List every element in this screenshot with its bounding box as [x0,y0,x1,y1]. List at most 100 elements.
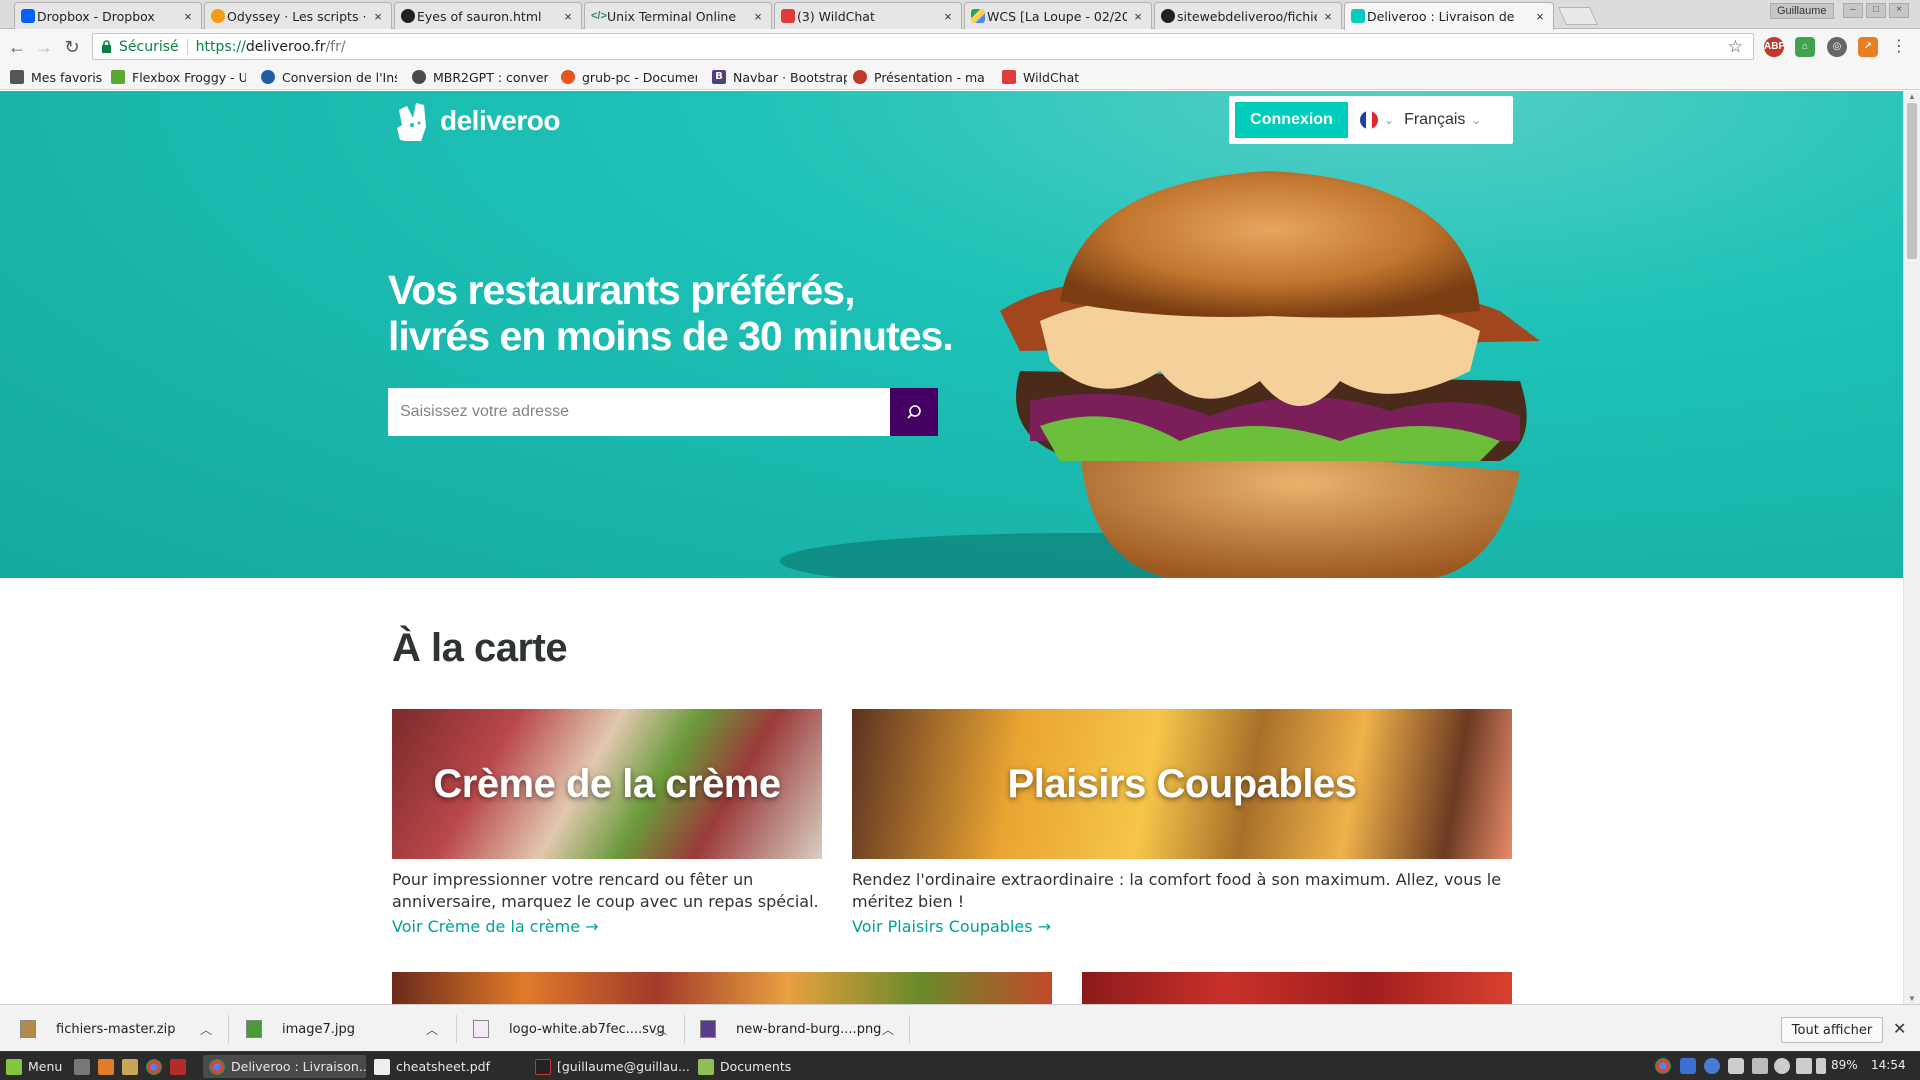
bookmark-label: MBR2GPT : conversi [433,69,548,85]
profile-button[interactable]: Guillaume [1770,3,1834,19]
login-button[interactable]: Connexion [1235,102,1348,138]
bookmark-grub-pc[interactable]: grub-pc - Document [561,68,697,86]
adblock-icon[interactable]: ABP [1764,37,1785,57]
scroll-up-icon[interactable]: ▲ [1907,92,1917,101]
close-icon[interactable]: × [1131,9,1145,24]
battery-icon[interactable] [1816,1058,1826,1074]
tab-wildchat[interactable]: (3) WildChat × [774,2,962,29]
scroll-thumb[interactable] [1907,103,1917,259]
files-icon[interactable] [122,1059,138,1075]
home-extension-icon[interactable]: ⌂ [1795,37,1815,57]
menu-icon[interactable]: ⋮ [1888,36,1910,58]
card-image[interactable] [392,972,1052,1004]
clock[interactable]: 14:54 [1871,1058,1906,1072]
scroll-down-icon[interactable]: ▼ [1907,994,1917,1003]
github-icon [401,9,415,23]
collection-card[interactable]: Crème de la crème Pour impressionner vot… [392,709,822,936]
chevron-up-icon[interactable]: ︿ [426,1021,438,1038]
close-icon[interactable]: × [1533,9,1547,24]
bookmark-navbar-bootstrap[interactable]: B Navbar · Bootstrap [712,68,847,86]
user-icon[interactable] [1774,1058,1790,1074]
tab-sitewebdeliveroo[interactable]: sitewebdeliveroo/fichie × [1154,2,1342,29]
close-icon[interactable]: × [371,9,385,24]
close-icon[interactable]: × [751,9,765,24]
taskbar-window[interactable]: Deliveroo : Livraison... [203,1055,366,1078]
chevron-down-icon[interactable]: ⌄ [1471,113,1481,127]
collection-card[interactable]: Plaisirs Coupables Rendez l'ordinaire ex… [852,709,1512,936]
forward-icon[interactable]: → [33,36,55,58]
extension-icon[interactable]: ◎ [1827,37,1847,57]
taskbar-window[interactable]: [guillaume@guillau... [533,1055,693,1078]
french-flag-icon[interactable] [1360,111,1378,129]
bluetooth-icon[interactable] [1704,1058,1720,1074]
tab-unix-terminal[interactable]: </> Unix Terminal Online × [584,2,772,29]
chevron-down-icon[interactable]: ⌄ [1384,113,1394,127]
close-icon[interactable]: × [181,9,195,24]
chrome-icon[interactable] [146,1059,162,1075]
tab-title: sitewebdeliveroo/fichie [1177,8,1317,24]
close-icon[interactable]: ✕ [1893,1019,1906,1039]
download-item[interactable]: new-brand-burg....png ︿ [700,1013,895,1045]
start-menu-button[interactable]: Menu [6,1055,62,1078]
page-scrollbar[interactable]: ▲ ▼ [1903,91,1920,1004]
bookmark-mbr2gpt[interactable]: MBR2GPT : conversi [412,68,548,86]
mint-logo-icon [6,1058,22,1075]
window-title: Documents [720,1059,792,1074]
new-tab-button[interactable] [1557,7,1599,25]
card-image[interactable]: Plaisirs Coupables [852,709,1512,859]
download-item[interactable]: fichiers-master.zip ︿ [20,1013,215,1045]
chevron-up-icon[interactable]: ︿ [655,1021,667,1038]
bookmark-flexbox-froggy[interactable]: Flexbox Froggy - Un [111,68,246,86]
tab-title: Unix Terminal Online [607,8,737,24]
address-bar[interactable]: Sécurisé https:// deliveroo.fr /fr/ ☆ [92,33,1754,60]
app-icon[interactable] [170,1059,186,1075]
bookmark-label: Flexbox Froggy - Un [132,69,246,85]
close-icon[interactable]: × [561,9,575,24]
close-icon[interactable]: × [1321,9,1335,24]
analytics-extension-icon[interactable]: ↗ [1858,37,1878,57]
download-filename: fichiers-master.zip [56,1021,176,1037]
window-title: cheatsheet.pdf [396,1059,491,1074]
close-icon[interactable]: × [941,9,955,24]
chevron-up-icon[interactable]: ︿ [200,1021,212,1038]
bookmark-conversion[interactable]: Conversion de l'Inst [261,68,397,86]
download-filename: logo-white.ab7fec....svg [509,1021,665,1037]
taskbar-window[interactable]: cheatsheet.pdf [370,1055,530,1078]
tab-deliveroo[interactable]: Deliveroo : Livraison de × [1344,2,1554,30]
wildchat-icon [1002,70,1016,84]
bookmark-star-icon[interactable]: ☆ [1728,37,1743,57]
language-select[interactable]: Français [1404,111,1465,129]
bookmark-mes-favoris[interactable]: Mes favoris [10,68,108,86]
minimize-icon[interactable]: – [1843,3,1863,18]
clipboard-icon[interactable] [1752,1058,1768,1074]
dropbox-tray-icon[interactable] [1728,1058,1744,1074]
card-image[interactable]: Crème de la crème [392,709,822,859]
show-all-button[interactable]: Tout afficher [1781,1017,1883,1043]
tab-odyssey[interactable]: Odyssey · Les scripts · I × [204,2,392,29]
download-item[interactable]: image7.jpg ︿ [246,1013,441,1045]
close-window-icon[interactable]: × [1889,3,1909,18]
taskbar-window[interactable]: Documents [696,1055,856,1078]
volume-icon[interactable] [1796,1058,1812,1074]
collection-card[interactable] [1082,972,1512,1004]
card-image[interactable] [1082,972,1512,1004]
show-desktop-icon[interactable] [74,1059,90,1075]
tab-wcs[interactable]: WCS [La Loupe - 02/20 × [964,2,1152,29]
collection-card[interactable] [392,972,1052,1004]
chevron-up-icon[interactable]: ︿ [882,1021,894,1038]
maximize-icon[interactable]: □ [1866,3,1886,18]
tab-eyes-of-sauron[interactable]: Eyes of sauron.html × [394,2,582,29]
deliveroo-logo[interactable]: deliveroo [392,101,560,141]
card-link[interactable]: Voir Plaisirs Coupables → [852,917,1512,936]
shield-icon[interactable] [1680,1058,1696,1074]
reload-icon[interactable]: ↻ [61,36,83,58]
bookmark-wildchat[interactable]: WildChat [1002,68,1102,86]
globe-icon [412,70,426,84]
download-item[interactable]: logo-white.ab7fec....svg ︿ [473,1013,668,1045]
back-icon[interactable]: ← [6,36,28,58]
firefox-icon[interactable] [98,1059,114,1075]
card-link[interactable]: Voir Crème de la crème → [392,917,822,936]
tab-dropbox[interactable]: Dropbox - Dropbox × [14,2,202,29]
bookmark-presentation[interactable]: Présentation - ma cr [853,68,989,86]
chrome-tray-icon[interactable] [1655,1058,1671,1074]
